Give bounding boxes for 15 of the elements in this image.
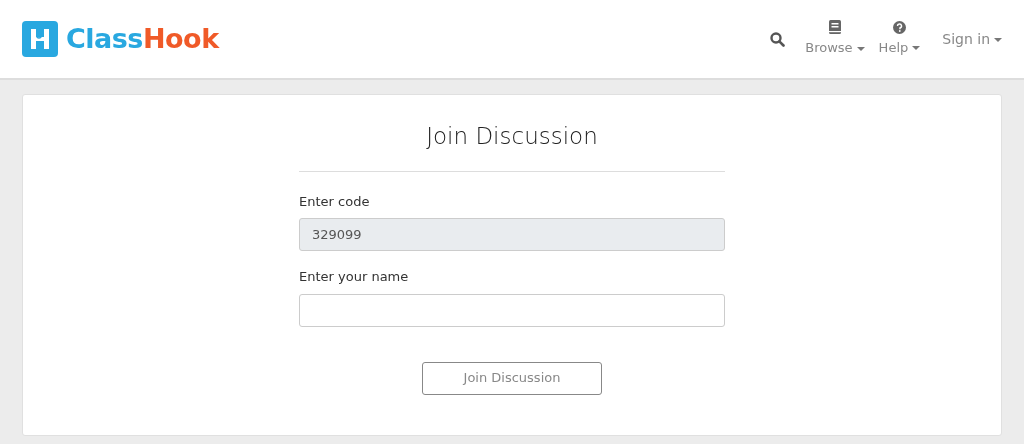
field-label: Enter your name <box>299 268 410 286</box>
menu-button[interactable]: Help <box>878 37 921 58</box>
logo-text: ClassHook <box>66 21 219 56</box>
help-icon <box>892 20 906 34</box>
input-field[interactable] <box>299 293 725 327</box>
menu-button[interactable]: Browse <box>805 38 865 58</box>
caret-icon <box>856 46 865 51</box>
caret-icon <box>912 46 921 51</box>
search-icon[interactable] <box>770 31 786 47</box>
form-title: Join Discussion <box>425 122 599 151</box>
book-icon <box>828 20 841 35</box>
logo-icon <box>22 21 58 57</box>
sign-in-button[interactable]: Sign in <box>942 28 1002 50</box>
caret-icon <box>994 37 1002 42</box>
field-label: Enter code <box>299 192 371 211</box>
